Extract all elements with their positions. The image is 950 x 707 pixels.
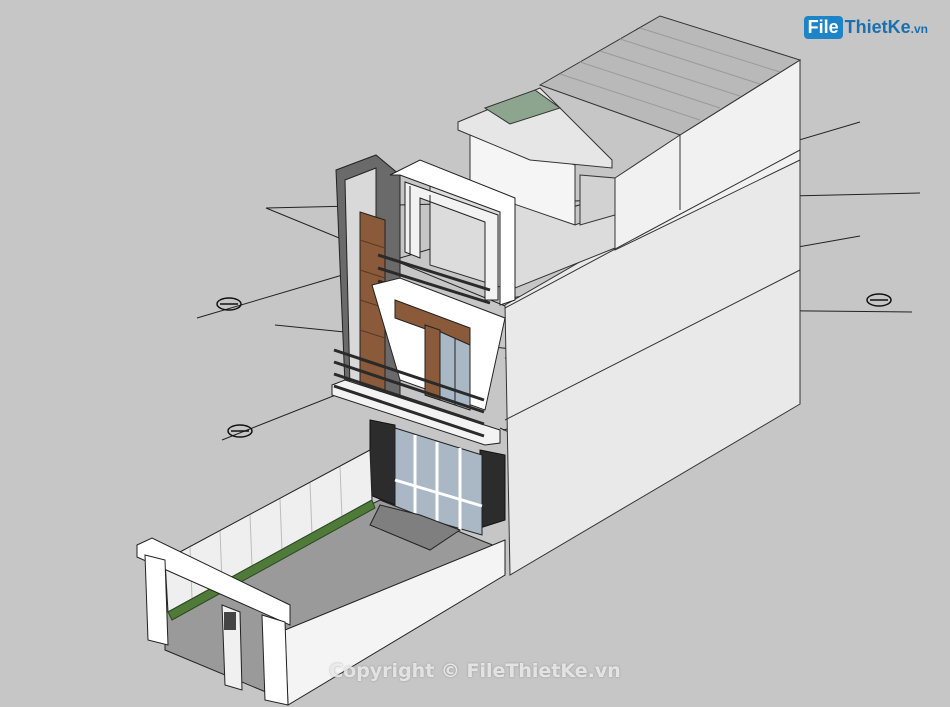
logo: File ThietKe.vn	[803, 12, 928, 42]
logo-box: File	[803, 15, 843, 39]
logo-domain: .vn	[910, 21, 928, 36]
mailbox	[224, 612, 236, 630]
logo-name: ThietKe	[844, 16, 911, 37]
ground-dark-wall	[369, 419, 396, 506]
logo-text: ThietKe.vn	[845, 17, 928, 38]
copyright-watermark: Copyright © FileThietKe.vn	[329, 660, 621, 682]
house-3d-model	[136, 15, 921, 706]
ground-right-dark	[479, 449, 506, 529]
3d-model-viewport[interactable]: File ThietKe.vn Copyright © FileThietKe.…	[0, 0, 950, 707]
middle-wood-side	[424, 324, 441, 401]
gate-pillar-left	[144, 554, 169, 646]
